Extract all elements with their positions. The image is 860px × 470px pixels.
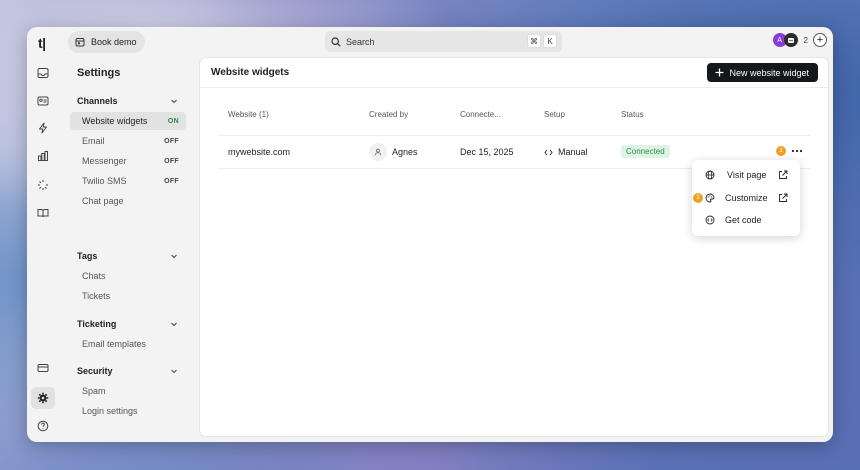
menu-item-customize[interactable]: 2 Customize [692,187,800,209]
step-badge: 2 [693,193,703,203]
sidebar-item-login-settings[interactable]: Login settings [70,402,186,420]
chevron-down-icon[interactable] [170,367,178,375]
code-icon [705,215,715,225]
sidebar-item-twilio-sms[interactable]: Twilio SMS OFF [70,172,186,190]
section-security[interactable]: Security [77,366,113,376]
settings-title: Settings [77,67,121,79]
menu-item-label: Customize [725,193,768,203]
external-link-icon [779,193,788,202]
code-icon [544,149,553,155]
sidebar-item-chat-page[interactable]: Chat page [70,192,186,210]
avatar-logo [783,33,798,47]
sidebar-item-email[interactable]: Email OFF [70,132,186,150]
sidebar-item-spam[interactable]: Spam [70,382,186,400]
ai-spark-icon[interactable] [36,178,50,192]
user-icon [369,143,387,161]
step-badge: 1 [776,146,786,156]
sidebar-item-label: Email [82,136,105,146]
section-tags[interactable]: Tags [77,251,97,261]
menu-item-get-code[interactable]: Get code [692,209,800,231]
app-logo[interactable]: t| [38,35,46,51]
avatar-extra-count: 2 [803,35,808,45]
menu-item-label: Visit page [727,170,767,180]
cell-website[interactable]: mywebsite.com [228,147,290,157]
calendar-icon [75,38,85,47]
reports-icon[interactable] [36,149,50,163]
contacts-icon[interactable] [36,94,50,108]
sidebar-item-label: Twilio SMS [82,176,127,186]
sidebar-item-tickets[interactable]: Tickets [70,287,186,305]
section-channels[interactable]: Channels [77,96,118,106]
website-url: mywebsite.com [228,147,291,157]
header-divider [219,135,811,136]
cell-created-by: Agnes [369,143,418,161]
book-demo-label: Book demo [91,37,137,47]
plus-icon [715,68,724,77]
status-badge: OFF [164,157,179,165]
menu-item-visit-page[interactable]: Visit page [692,164,800,186]
menu-item-label: Get code [725,215,762,225]
section-ticketing[interactable]: Ticketing [77,319,116,329]
main-header: Website widgets New website widget [200,58,828,88]
sidebar-item-messenger[interactable]: Messenger OFF [70,152,186,170]
search-icon [331,36,341,47]
main-panel: Website widgets New website widget Websi… [199,57,829,437]
row-actions-menu: Visit page 2 Customize Get code [692,160,800,236]
status-badge: ON [167,117,179,125]
creator-name: Agnes [392,147,418,157]
connected-date: Dec 15, 2025 [460,147,514,157]
new-website-widget-button[interactable]: New website widget [707,63,818,82]
kbd-cmd: ⌘ [527,34,541,48]
icon-rail: A [27,57,59,442]
sidebar-item-label: Login settings [82,406,138,416]
sidebar-item-label: Website widgets [82,116,148,126]
more-options-icon[interactable] [791,146,803,156]
team-avatars[interactable]: A 2 + [772,33,827,47]
knowledge-book-icon[interactable] [36,206,50,220]
sidebar-item-label: Email templates [82,339,147,349]
cell-connected-date: Dec 15, 2025 [460,147,514,157]
column-header-website[interactable]: Website (1) [228,110,269,119]
robot-icon [787,38,794,43]
column-header-created-by[interactable]: Created by [369,110,408,119]
sidebar-item-label: Chats [82,271,106,281]
settings-sidebar: Settings Channels Website widgets ON Ema… [63,57,189,442]
kbd-k: K [543,34,557,48]
row-actions: 1 [776,146,803,156]
column-header-connected[interactable]: Connecte... [460,110,501,119]
billing-card-icon[interactable] [36,361,50,375]
setup-method: Manual [558,147,588,157]
sidebar-item-label: Spam [82,386,106,396]
search-input[interactable]: Search ⌘ K [325,31,562,52]
book-demo-button[interactable]: Book demo [68,31,145,53]
status-badge: Connected [621,145,670,158]
sidebar-item-website-widgets[interactable]: Website widgets ON [70,112,186,130]
globe-icon [705,170,715,180]
cell-status: Connected [621,145,670,158]
cell-setup: Manual [544,147,588,157]
chevron-down-icon[interactable] [170,97,178,105]
automation-icon[interactable] [36,121,50,135]
sidebar-item-label: Messenger [82,156,127,166]
sidebar-item-chats[interactable]: Chats [70,267,186,285]
sidebar-item-label: Chat page [82,196,124,206]
column-header-status[interactable]: Status [621,110,644,119]
sidebar-item-label: Tickets [82,291,111,301]
sidebar-item-email-templates[interactable]: Email templates [70,335,186,353]
chevron-down-icon[interactable] [170,320,178,328]
inbox-icon[interactable] [36,66,50,80]
status-badge: OFF [164,177,179,185]
new-website-widget-label: New website widget [729,67,809,78]
topbar: t| Book demo Search ⌘ K A 2 + [27,27,833,57]
search-placeholder: Search [346,36,375,47]
chevron-down-icon[interactable] [170,252,178,260]
page-title: Website widgets [211,67,290,78]
status-badge: OFF [164,137,179,145]
external-link-icon [779,170,788,179]
column-header-setup[interactable]: Setup [544,110,565,119]
add-member-button[interactable]: + [813,33,827,47]
palette-icon [705,193,715,203]
help-icon[interactable] [36,419,50,433]
gear-icon[interactable] [36,391,50,405]
